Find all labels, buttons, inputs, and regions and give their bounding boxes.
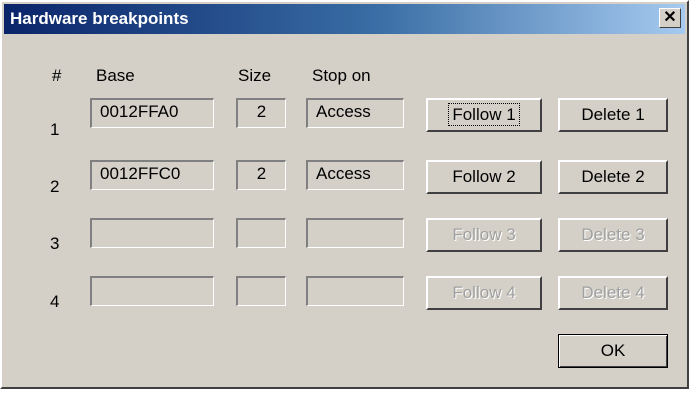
base-field-2: 0012FFC0 <box>90 160 214 190</box>
row-number-3: 3 <box>50 234 60 253</box>
size-field-2: 2 <box>236 160 286 190</box>
ok-button[interactable]: OK <box>558 334 668 368</box>
close-icon[interactable]: ✕ <box>659 8 681 28</box>
delete-button-4[interactable]: Delete 4 <box>558 276 668 310</box>
follow-button-1[interactable]: Follow 1 <box>426 98 542 132</box>
base-field-4 <box>90 276 214 306</box>
stop-on-field-4 <box>306 276 404 306</box>
size-field-3 <box>236 218 286 248</box>
header-number: # <box>52 66 62 85</box>
row-number-2: 2 <box>50 177 60 196</box>
delete-button-1[interactable]: Delete 1 <box>558 98 668 132</box>
header-base: Base <box>96 66 135 85</box>
size-field-1: 2 <box>236 98 286 128</box>
header-stop-on: Stop on <box>312 66 371 85</box>
follow-button-4[interactable]: Follow 4 <box>426 276 542 310</box>
title-bar[interactable]: Hardware breakpoints ✕ <box>4 4 685 34</box>
stop-on-field-2: Access <box>306 160 404 190</box>
stop-on-field-3 <box>306 218 404 248</box>
follow-button-1-label: Follow 1 <box>448 103 520 126</box>
row-number-4: 4 <box>50 292 60 311</box>
follow-button-3[interactable]: Follow 3 <box>426 218 542 252</box>
header-size: Size <box>238 66 272 85</box>
delete-button-2[interactable]: Delete 2 <box>558 160 668 194</box>
row-number-1: 1 <box>50 120 60 139</box>
base-field-1: 0012FFA0 <box>90 98 214 128</box>
follow-button-2[interactable]: Follow 2 <box>426 160 542 194</box>
base-field-3 <box>90 218 214 248</box>
hardware-breakpoints-dialog: Hardware breakpoints ✕ # Base Size Stop … <box>0 0 689 389</box>
stop-on-field-1: Access <box>306 98 404 128</box>
size-field-4 <box>236 276 286 306</box>
window-title: Hardware breakpoints <box>10 9 189 28</box>
delete-button-3[interactable]: Delete 3 <box>558 218 668 252</box>
